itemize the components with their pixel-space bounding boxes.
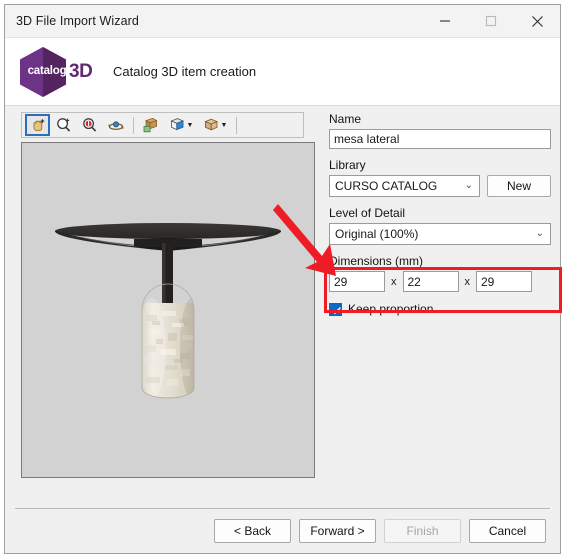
magnifier-plus-icon [56, 118, 70, 132]
toolbar-separator-end [236, 116, 237, 134]
dimension-height-input[interactable] [402, 271, 459, 292]
logo-wordmark: catalog [27, 64, 67, 77]
back-button[interactable]: < Back [214, 519, 291, 543]
library-label: Library [329, 158, 366, 172]
catalog3d-logo: catalog 3D [17, 46, 95, 98]
dialog-header: catalog 3D Catalog 3D item creation [5, 38, 560, 106]
library-selected-value: CURSO CATALOG [335, 179, 438, 193]
header-title: Catalog 3D item creation [113, 64, 257, 79]
orbit-tool-button[interactable] [103, 114, 128, 136]
chevron-down-icon: ▼ [220, 121, 228, 129]
window-title: 3D File Import Wizard [16, 14, 139, 28]
box-shaded-icon [169, 118, 184, 131]
import-settings-form: Name Library CURSO CATALOG ⌄ New Level o… [329, 112, 551, 316]
keep-proportion-label: Keep proportion [348, 302, 434, 316]
fit-view-tool-button[interactable] [138, 114, 163, 136]
cancel-button[interactable]: Cancel [469, 519, 546, 543]
forward-button[interactable]: Forward > [299, 519, 376, 543]
title-bar: 3D File Import Wizard [5, 5, 560, 38]
level-of-detail-label: Level of Detail [329, 206, 406, 220]
dialog-body: ▼ ▼ Name mesa lateral Library CURSO CATA… [5, 106, 562, 509]
render-mode-tool-button[interactable]: ▼ [164, 114, 197, 136]
keep-proportion-row[interactable]: Keep proportion [329, 302, 551, 316]
dialog-window: 3D File Import Wizard catalog 3D Catalog… [4, 4, 562, 554]
footer-separator [15, 508, 550, 509]
new-library-button[interactable]: New [487, 175, 551, 197]
pan-tool-button[interactable] [25, 114, 50, 136]
dimensions-row: x x [329, 271, 551, 292]
zoom-in-tool-button[interactable] [51, 114, 76, 136]
toolbar-separator [133, 116, 134, 134]
maximize-icon [485, 15, 497, 27]
keep-proportion-checkbox[interactable] [329, 302, 342, 316]
model-preview-canvas[interactable] [21, 142, 315, 478]
box-add-icon [143, 118, 157, 133]
chevron-down-icon: ▼ [186, 121, 194, 129]
minimize-icon [440, 20, 450, 22]
level-of-detail-value: Original (100%) [335, 227, 419, 241]
hand-pan-icon [33, 119, 44, 131]
chevron-down-icon: ⌄ [535, 228, 544, 239]
zoom-area-tool-button[interactable] [77, 114, 102, 136]
library-row: CURSO CATALOG ⌄ New [329, 175, 551, 197]
viewer-toolbar: ▼ ▼ [21, 112, 304, 138]
dimension-width-input[interactable] [329, 271, 385, 292]
close-button[interactable] [514, 5, 560, 37]
level-of-detail-select[interactable]: Original (100%) ⌄ [329, 223, 551, 245]
name-input[interactable] [329, 129, 551, 149]
view-preset-tool-button[interactable]: ▼ [198, 114, 231, 136]
window-controls [422, 5, 560, 37]
dimension-depth-input[interactable] [476, 271, 532, 292]
minimize-button[interactable] [422, 5, 468, 37]
chevron-down-icon: ⌄ [464, 180, 473, 191]
maximize-button[interactable] [468, 5, 514, 37]
dimension-separator-2: x [464, 275, 471, 288]
checkmark-icon [331, 306, 341, 314]
magnifier-icon [82, 118, 96, 132]
close-icon [531, 15, 543, 27]
dimension-separator-1: x [391, 275, 397, 288]
dialog-footer: < Back Forward > Finish Cancel [5, 509, 560, 553]
library-select[interactable]: CURSO CATALOG ⌄ [329, 175, 480, 197]
logo-3d-text: 3D [69, 60, 93, 82]
side-table-model [55, 223, 281, 399]
name-label: Name [329, 112, 362, 126]
finish-button: Finish [384, 519, 461, 543]
box-wire-icon [203, 118, 218, 131]
dimensions-label: Dimensions (mm) [329, 254, 424, 268]
orbit-rotate-icon [107, 121, 124, 130]
